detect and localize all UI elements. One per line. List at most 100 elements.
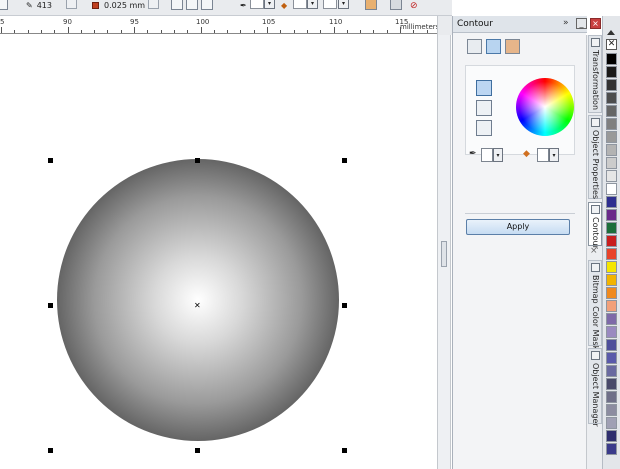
- tab-close-icon[interactable]: ×: [590, 246, 598, 256]
- size-spinner[interactable]: [66, 0, 77, 9]
- contour-color-tab[interactable]: [505, 39, 520, 54]
- outline-color-swatch[interactable]: [250, 0, 264, 9]
- outline-pen-icon: ✒: [240, 1, 247, 10]
- ruler-label: 105: [262, 18, 276, 26]
- contour-steps-tab[interactable]: [467, 39, 482, 54]
- tab-label: Transformation: [591, 50, 600, 111]
- ruler-tick: [161, 30, 162, 33]
- palette-color-swatch[interactable]: [606, 274, 617, 286]
- ruler-tick: [334, 27, 335, 33]
- tab-contour[interactable]: Contour: [588, 202, 602, 249]
- palette-color-swatch[interactable]: [606, 339, 617, 351]
- object-icon[interactable]: [0, 0, 8, 10]
- tab-bitmap-color-mask[interactable]: Bitmap Color Mask: [588, 260, 602, 350]
- palette-color-swatch[interactable]: [606, 144, 617, 156]
- ruler-tick: [254, 30, 255, 33]
- palette-color-swatch[interactable]: [606, 378, 617, 390]
- palette-color-swatch[interactable]: [606, 313, 617, 325]
- contour-inside-icon[interactable]: [186, 0, 198, 10]
- outline-color-swatch[interactable]: [481, 148, 493, 162]
- palette-color-swatch[interactable]: [606, 157, 617, 169]
- contour-to-center-icon[interactable]: [171, 0, 183, 10]
- fill-end-color-swatch[interactable]: [323, 0, 337, 9]
- ruler-label: 110: [329, 18, 343, 26]
- clear-contour-icon[interactable]: [390, 0, 402, 10]
- outline-color-dropdown[interactable]: ▾: [493, 148, 503, 162]
- selection-handle-bottom-right[interactable]: [342, 448, 347, 453]
- palette-color-swatch[interactable]: [606, 352, 617, 364]
- palette-color-swatch[interactable]: [606, 183, 617, 195]
- fill-end-color-dropdown[interactable]: ▾: [338, 0, 349, 9]
- palette-color-swatch[interactable]: [606, 131, 617, 143]
- palette-color-swatch[interactable]: [606, 66, 617, 78]
- fill-color-dropdown[interactable]: ▾: [307, 0, 318, 9]
- palette-color-swatch[interactable]: [606, 222, 617, 234]
- apply-button[interactable]: Apply: [466, 219, 570, 235]
- selection-handle-left[interactable]: [48, 303, 53, 308]
- contour-outside-icon[interactable]: [201, 0, 213, 10]
- color-wheel[interactable]: [516, 78, 574, 136]
- contour-offset-tab[interactable]: [486, 39, 501, 54]
- tab-object-manager[interactable]: Object Manager: [588, 348, 602, 427]
- drawing-canvas[interactable]: ✕: [0, 35, 437, 469]
- outline-width-spinner[interactable]: [148, 0, 159, 9]
- selection-handle-top-right[interactable]: [342, 158, 347, 163]
- no-color-swatch[interactable]: ✕: [606, 39, 617, 50]
- palette-color-swatch[interactable]: [606, 391, 617, 403]
- palette-color-swatch[interactable]: [606, 287, 617, 299]
- property-bar: ✎ 413 0.025 mm ✒ ▾ ◆ ▾ ▾ ⊘: [0, 0, 452, 16]
- clear-effect-icon[interactable]: ⊘: [410, 0, 418, 11]
- selection-handle-bottom[interactable]: [195, 448, 200, 453]
- splitter-grip[interactable]: [441, 241, 447, 267]
- outline-width-field[interactable]: 0.025 mm: [92, 0, 145, 11]
- docker-more-icon[interactable]: »: [563, 18, 569, 28]
- palette-color-swatch[interactable]: [606, 443, 617, 455]
- palette-color-swatch[interactable]: [606, 404, 617, 416]
- gradient-circle[interactable]: [57, 159, 339, 441]
- palette-color-swatch[interactable]: [606, 209, 617, 221]
- palette-color-swatch[interactable]: [606, 196, 617, 208]
- selection-handle-bottom-left[interactable]: [48, 448, 53, 453]
- ruler-label: 100: [196, 18, 210, 26]
- copy-contour-icon[interactable]: [365, 0, 377, 10]
- inside-icon[interactable]: [476, 100, 492, 116]
- center-marker-icon[interactable]: ✕: [194, 302, 201, 310]
- palette-color-swatch[interactable]: [606, 417, 617, 429]
- ruler-tick: [347, 30, 348, 33]
- ruler-tick: [94, 30, 95, 33]
- fill-color-dropdown[interactable]: ▾: [549, 148, 559, 162]
- palette-color-swatch[interactable]: [606, 92, 617, 104]
- palette-color-swatch[interactable]: [606, 300, 617, 312]
- selection-handle-right[interactable]: [342, 303, 347, 308]
- palette-color-swatch[interactable]: [606, 430, 617, 442]
- ruler-tick: [267, 27, 268, 33]
- docker-title: Contour: [457, 19, 493, 29]
- palette-color-swatch[interactable]: [606, 170, 617, 182]
- palette-color-swatch[interactable]: [606, 235, 617, 247]
- ruler-tick: [360, 30, 361, 33]
- palette-color-swatch[interactable]: [606, 118, 617, 130]
- outside-icon[interactable]: [476, 120, 492, 136]
- size-field[interactable]: ✎ 413: [26, 0, 52, 11]
- selection-handle-top-left[interactable]: [48, 158, 53, 163]
- minimize-button[interactable]: _: [576, 18, 587, 29]
- palette-color-swatch[interactable]: [606, 261, 617, 273]
- palette-color-swatch[interactable]: [606, 105, 617, 117]
- tab-object-properties[interactable]: Object Properties: [588, 115, 602, 199]
- fill-color-swatch[interactable]: [537, 148, 549, 162]
- palette-color-swatch[interactable]: [606, 79, 617, 91]
- ruler-tick: [427, 30, 428, 33]
- fill-color-swatch[interactable]: [293, 0, 307, 9]
- palette-color-swatch[interactable]: [606, 248, 617, 260]
- palette-color-swatch[interactable]: [606, 53, 617, 65]
- tab-transformation[interactable]: Transformation: [588, 35, 602, 113]
- palette-scroll-up-icon[interactable]: [607, 30, 615, 35]
- docker-splitter[interactable]: [437, 35, 451, 469]
- contour-docker: Contour » ✒ ▾ ◆ ▾ Apply: [452, 16, 587, 469]
- to-center-icon[interactable]: [476, 80, 492, 96]
- close-button[interactable]: ×: [590, 18, 601, 29]
- selection-handle-top[interactable]: [195, 158, 200, 163]
- outline-color-dropdown[interactable]: ▾: [264, 0, 275, 9]
- palette-color-swatch[interactable]: [606, 365, 617, 377]
- palette-color-swatch[interactable]: [606, 326, 617, 338]
